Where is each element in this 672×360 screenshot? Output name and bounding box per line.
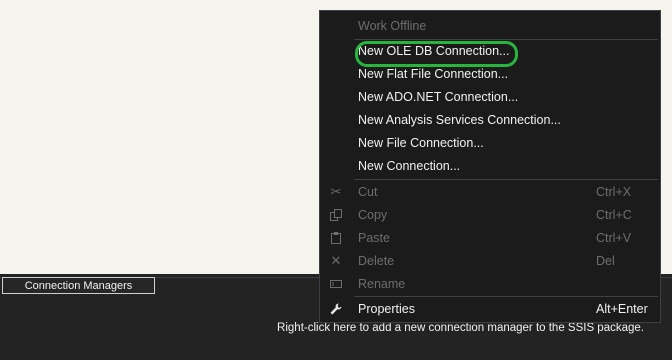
menu-item-shortcut: Ctrl+X xyxy=(596,185,632,199)
menu-item-new-analysis-services-connection[interactable]: New Analysis Services Connection... xyxy=(320,109,660,131)
menu-item-shortcut: Alt+Enter xyxy=(596,302,648,316)
menu-item-shortcut: Del xyxy=(596,254,615,268)
menu-item-label: New File Connection... xyxy=(358,136,484,150)
menu-item-label: New Analysis Services Connection... xyxy=(358,113,561,127)
menu-item-properties[interactable]: Properties Alt+Enter xyxy=(320,298,660,320)
menu-item-new-ado-net-connection[interactable]: New ADO.NET Connection... xyxy=(320,86,660,108)
wrench-icon xyxy=(329,302,343,316)
menu-item-rename[interactable]: Rename xyxy=(320,273,660,295)
menu-item-label: Cut xyxy=(358,185,378,199)
context-menu: Work Offline New OLE DB Connection... Ne… xyxy=(319,10,661,323)
menu-item-label: Work Offline xyxy=(358,19,427,33)
menu-item-label: New Connection... xyxy=(358,159,461,173)
menu-item-new-file-connection[interactable]: New File Connection... xyxy=(320,132,660,154)
menu-item-shortcut: Ctrl+C xyxy=(596,208,632,222)
rename-icon xyxy=(329,277,343,291)
delete-icon: ✕ xyxy=(330,253,342,268)
connection-managers-hint: Right-click here to add a new connection… xyxy=(277,322,644,334)
menu-item-label: Paste xyxy=(358,231,390,245)
menu-item-new-connection[interactable]: New Connection... xyxy=(320,155,660,177)
menu-item-paste[interactable]: Paste Ctrl+V xyxy=(320,227,660,249)
highlight-annotation xyxy=(355,41,518,67)
menu-item-copy[interactable]: Copy Ctrl+C xyxy=(320,204,660,226)
paste-icon xyxy=(329,231,343,245)
menu-item-delete[interactable]: ✕ Delete Del xyxy=(320,250,660,272)
menu-item-label: New ADO.NET Connection... xyxy=(358,90,519,104)
menu-item-label: Copy xyxy=(358,208,388,222)
menu-item-work-offline[interactable]: Work Offline xyxy=(320,15,660,37)
menu-separator xyxy=(354,179,658,180)
copy-icon xyxy=(329,208,343,222)
menu-separator xyxy=(354,296,658,297)
menu-item-label: Properties xyxy=(358,302,415,316)
tab-connection-managers[interactable]: Connection Managers xyxy=(2,277,155,294)
scissors-icon: ✂ xyxy=(330,184,342,199)
menu-item-label: Delete xyxy=(358,254,395,268)
menu-item-label: Rename xyxy=(358,277,406,291)
menu-item-cut[interactable]: ✂ Cut Ctrl+X xyxy=(320,181,660,203)
menu-item-shortcut: Ctrl+V xyxy=(596,231,632,245)
